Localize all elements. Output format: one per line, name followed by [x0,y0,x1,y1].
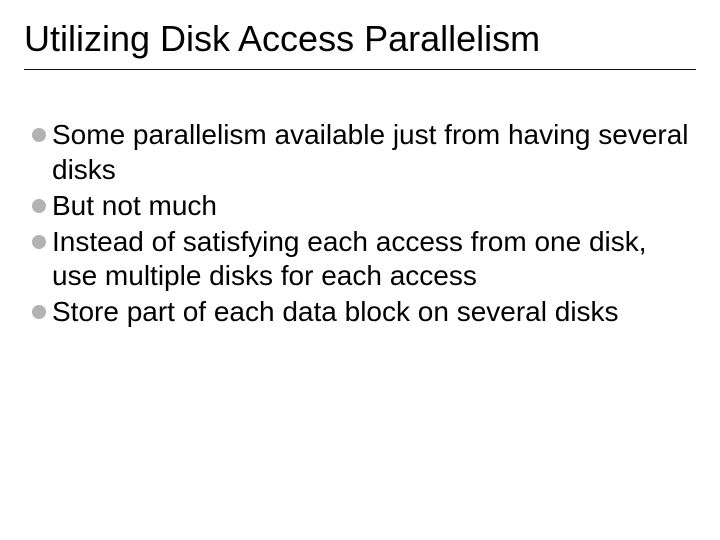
list-item: But not much [32,189,696,223]
bullet-text: But not much [52,189,696,223]
bullet-icon [32,199,46,213]
bullet-text: Some parallelism available just from hav… [52,118,696,186]
bullet-list: Some parallelism available just from hav… [24,118,696,329]
slide-title: Utilizing Disk Access Parallelism [24,18,696,70]
list-item: Instead of satisfying each access from o… [32,225,696,293]
bullet-text: Store part of each data block on several… [52,295,696,329]
list-item: Some parallelism available just from hav… [32,118,696,186]
bullet-icon [32,128,46,142]
bullet-icon [32,235,46,249]
slide: Utilizing Disk Access Parallelism Some p… [0,0,720,540]
bullet-icon [32,305,46,319]
list-item: Store part of each data block on several… [32,295,696,329]
bullet-text: Instead of satisfying each access from o… [52,225,696,293]
